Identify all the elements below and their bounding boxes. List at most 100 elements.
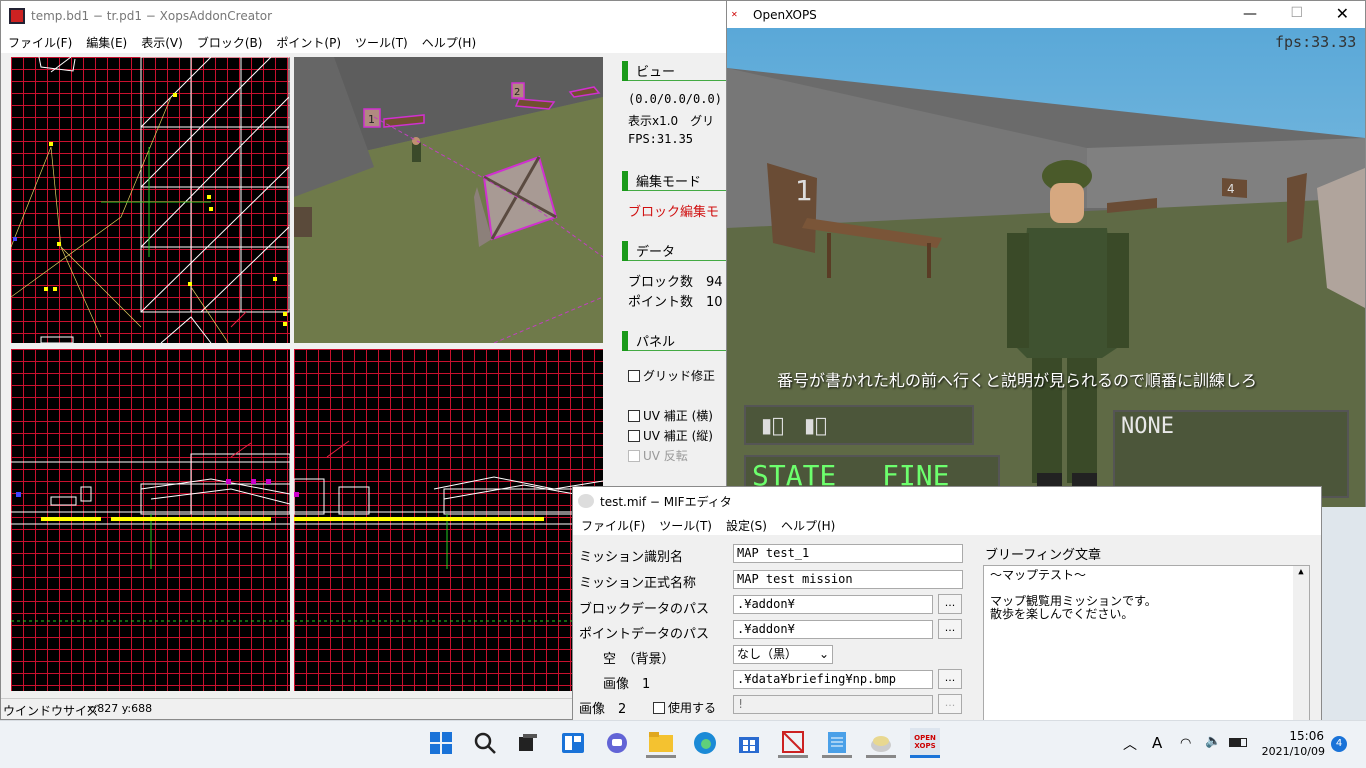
openxops-icon[interactable]: OPEN XOPS [910, 728, 940, 758]
image1-field[interactable]: .¥data¥briefing¥np.bmp [733, 670, 933, 689]
game-sign-1: 1 [795, 174, 813, 207]
weapon-name: NONE [1121, 414, 1174, 439]
game-window: ✕ OpenXOPS — ☐ ✕ 1 4 fps:33.33 番号が書かれた札の… [726, 0, 1366, 507]
menu-help[interactable]: ヘルプ(H) [422, 34, 476, 51]
edit-mode-value: ブロック編集モ [628, 205, 720, 220]
game-sign-4: 4 [1227, 182, 1235, 196]
point-path-label: ポイントデータのパス [579, 627, 710, 642]
close-icon[interactable]: ✕ [1336, 4, 1349, 23]
task-view-icon[interactable] [513, 728, 543, 758]
editor-title: temp.bd1 − tr.pd1 − XopsAddonCreator [31, 9, 273, 23]
file-explorer-icon[interactable] [646, 728, 676, 758]
chevron-up-icon[interactable]: ︿ [1123, 734, 1137, 754]
uv-horizontal-checkbox[interactable]: UV 補正 (横) [628, 407, 713, 424]
teams-chat-icon[interactable] [602, 728, 632, 758]
grid-fix-checkbox[interactable]: グリッド修正 [628, 367, 715, 384]
front-view-viewport[interactable] [11, 349, 290, 691]
notification-badge[interactable]: 4 [1331, 736, 1347, 752]
menu-view[interactable]: 表示(V) [141, 34, 183, 51]
svg-text:4: 4 [1227, 182, 1235, 196]
image2-use-label: 使用する [668, 701, 717, 715]
image2-use-checkbox[interactable]: 使用する [653, 699, 716, 716]
view-coords: (0.0/0.0/0.0) [628, 92, 722, 106]
xops-addon-creator-icon[interactable] [778, 728, 808, 758]
openxops-taskbar-logo: OPEN XOPS [914, 733, 936, 750]
block-count: ブロック数 94 [628, 275, 723, 290]
mission-id-label: ミッション識別名 [579, 550, 684, 565]
menu-edit[interactable]: 編集(E) [86, 34, 127, 51]
mission-name-field[interactable]: MAP test mission [733, 570, 963, 589]
mif-menu-settings[interactable]: 設定(S) [726, 517, 767, 534]
mif-titlebar[interactable]: test.mif − MIFエディタ [573, 487, 1321, 515]
uv-flip-label: UV 反転 [643, 449, 688, 463]
sky-select[interactable]: なし（黒） ⌄ [733, 645, 833, 664]
windows-start-icon[interactable] [426, 728, 456, 758]
menu-point[interactable]: ポイント(P) [276, 34, 341, 51]
sky-select-value: なし（黒） [737, 647, 798, 661]
uv-vertical-checkbox[interactable]: UV 補正 (縦) [628, 427, 713, 444]
data-section-header: データ [622, 240, 732, 261]
image2-label: 画像 2 [579, 702, 627, 717]
image1-browse-button[interactable]: ... [938, 669, 962, 689]
point-path-field[interactable]: .¥addon¥ [733, 620, 933, 639]
weapon-hud: NONE [1113, 410, 1349, 498]
game-titlebar[interactable]: ✕ OpenXOPS — ☐ ✕ [727, 1, 1365, 28]
edge-icon[interactable] [690, 728, 720, 758]
mission-id-field[interactable]: MAP test_1 [733, 544, 963, 563]
uv-flip-checkbox[interactable]: UV 反転 [628, 447, 688, 464]
menu-file[interactable]: ファイル(F) [8, 34, 72, 51]
briefing-line-1: ～マップテスト～ [990, 568, 1087, 582]
mif-menu-help[interactable]: ヘルプ(H) [781, 517, 835, 534]
image1-label: 画像 1 [603, 677, 651, 692]
3d-view-marker-1: 1 [368, 113, 375, 126]
battery-icon[interactable] [1229, 738, 1247, 747]
front-view-wireframe [11, 442, 290, 622]
mif-title: test.mif − MIFエディタ [600, 494, 732, 509]
clock-time[interactable]: 15:06 [1280, 729, 1324, 743]
point-path-browse-button[interactable]: ... [938, 619, 962, 639]
view-section-header: ビュー [622, 60, 732, 81]
mif-editor-icon[interactable] [866, 728, 896, 758]
view-fps: FPS:31.35 [628, 132, 694, 146]
editor-titlebar[interactable]: temp.bd1 − tr.pd1 − XopsAddonCreator [1, 1, 729, 31]
ime-indicator[interactable]: A [1152, 734, 1162, 752]
menu-block[interactable]: ブロック(B) [197, 34, 263, 51]
volume-icon[interactable]: 🔈 [1205, 734, 1221, 749]
uv-horizontal-label: UV 補正 (横) [643, 409, 713, 423]
minimize-icon[interactable]: — [1243, 6, 1257, 22]
briefing-label: ブリーフィング文章 [985, 548, 1101, 563]
3d-view-scene: 1 2 [294, 57, 603, 343]
wifi-icon[interactable]: ◠ [1180, 736, 1191, 751]
store-icon[interactable] [734, 728, 764, 758]
mif-menu-file[interactable]: ファイル(F) [581, 517, 645, 534]
status-window-size-label: ウインドウサイズ [3, 704, 99, 718]
mode-section-header: 編集モード [622, 170, 732, 191]
svg-text:1: 1 [368, 113, 375, 126]
mif-menubar: ファイル(F) ツール(T) 設定(S) ヘルプ(H) [573, 515, 1321, 535]
side-view-wireframe [294, 440, 603, 622]
top-view-wireframe [11, 57, 290, 343]
block-path-browse-button[interactable]: ... [938, 594, 962, 614]
ammo-hud: ▮⃠ ▮⃠ [744, 405, 974, 445]
menu-tool[interactable]: ツール(T) [355, 34, 408, 51]
ammo-icons: ▮⃠ ▮⃠ [761, 413, 828, 437]
3d-view-marker-2: 2 [514, 87, 520, 98]
mif-menu-tool[interactable]: ツール(T) [659, 517, 712, 534]
clock-date[interactable]: 2021/10/09 [1259, 745, 1325, 758]
briefing-textarea[interactable]: ～マップテスト～ マップ観覧用ミッションです。 散歩を楽しんでください。 ▲ [983, 565, 1310, 725]
image2-browse-button[interactable]: ... [938, 694, 962, 714]
mif-app-icon [578, 494, 594, 508]
briefing-scrollbar[interactable]: ▲ [1293, 566, 1309, 724]
top-view-viewport[interactable] [11, 57, 290, 343]
search-icon[interactable] [470, 728, 500, 758]
maximize-icon[interactable]: ☐ [1290, 5, 1303, 21]
3d-view-viewport[interactable]: 1 2 [294, 57, 603, 343]
image2-field[interactable]: ! [733, 695, 933, 714]
side-view-viewport[interactable] [294, 349, 603, 691]
block-path-field[interactable]: .¥addon¥ [733, 595, 933, 614]
widgets-icon[interactable] [558, 728, 588, 758]
openxops-app-icon: ✕ [731, 9, 738, 19]
notepad-icon[interactable] [822, 728, 852, 758]
status-coords: x:827 y:688 [87, 702, 153, 715]
game-message: 番号が書かれた札の前へ行くと説明が見られるので順番に訓練しろ [777, 371, 1258, 390]
